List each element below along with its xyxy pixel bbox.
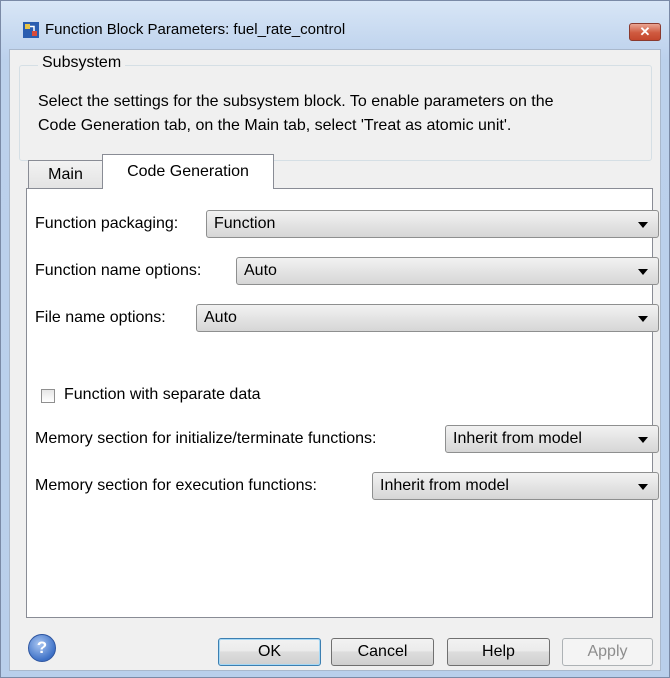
cancel-button[interactable]: Cancel (331, 638, 434, 666)
dialog-window: Function Block Parameters: fuel_rate_con… (0, 0, 670, 678)
groupbox-legend: Subsystem (38, 54, 126, 72)
memory-exec-select[interactable]: Inherit from model (372, 472, 659, 500)
memory-init-term-label: Memory section for initialize/terminate … (35, 430, 377, 447)
chevron-down-icon (638, 269, 648, 275)
memory-init-term-value: Inherit from model (453, 430, 582, 447)
apply-button[interactable]: Apply (562, 638, 653, 666)
file-name-options-label: File name options: (35, 309, 166, 326)
code-generation-panel: Function packaging: Function Function na… (26, 188, 659, 618)
memory-exec-label: Memory section for execution functions: (35, 477, 317, 494)
chevron-down-icon (638, 316, 648, 322)
chevron-down-icon (638, 484, 648, 490)
description-line-2: Code Generation tab, on the Main tab, se… (38, 117, 512, 134)
question-mark-glyph: ? (36, 638, 48, 657)
function-packaging-label: Function packaging: (35, 215, 179, 232)
separate-data-label: Function with separate data (64, 386, 261, 403)
help-question-icon[interactable]: ? (28, 634, 56, 662)
window-title: Function Block Parameters: fuel_rate_con… (45, 21, 346, 38)
file-name-options-select[interactable]: Auto (196, 304, 659, 332)
memory-init-term-select[interactable]: Inherit from model (445, 425, 659, 453)
file-name-options-value: Auto (204, 309, 237, 326)
description-line-1: Select the settings for the subsystem bl… (38, 93, 554, 110)
close-icon: ✕ (639, 24, 651, 39)
dialog-body: Subsystem Select the settings for the su… (9, 49, 661, 671)
memory-exec-value: Inherit from model (380, 477, 509, 494)
separate-data-checkbox[interactable] (41, 389, 55, 403)
function-packaging-value: Function (214, 215, 276, 232)
help-button[interactable]: Help (447, 638, 550, 666)
close-button[interactable]: ✕ (629, 23, 661, 41)
function-name-options-label: Function name options: (35, 262, 202, 279)
ok-button[interactable]: OK (218, 638, 321, 666)
tab-code-generation[interactable]: Code Generation (102, 154, 274, 189)
simulink-block-icon (23, 22, 39, 38)
function-packaging-select[interactable]: Function (206, 210, 659, 238)
function-name-options-value: Auto (244, 262, 277, 279)
tab-main[interactable]: Main (28, 160, 103, 189)
chevron-down-icon (638, 222, 648, 228)
title-bar[interactable]: Function Block Parameters: fuel_rate_con… (1, 1, 669, 49)
description-text: Select the settings for the subsystem bl… (38, 90, 658, 138)
function-name-options-select[interactable]: Auto (236, 257, 659, 285)
chevron-down-icon (638, 437, 648, 443)
